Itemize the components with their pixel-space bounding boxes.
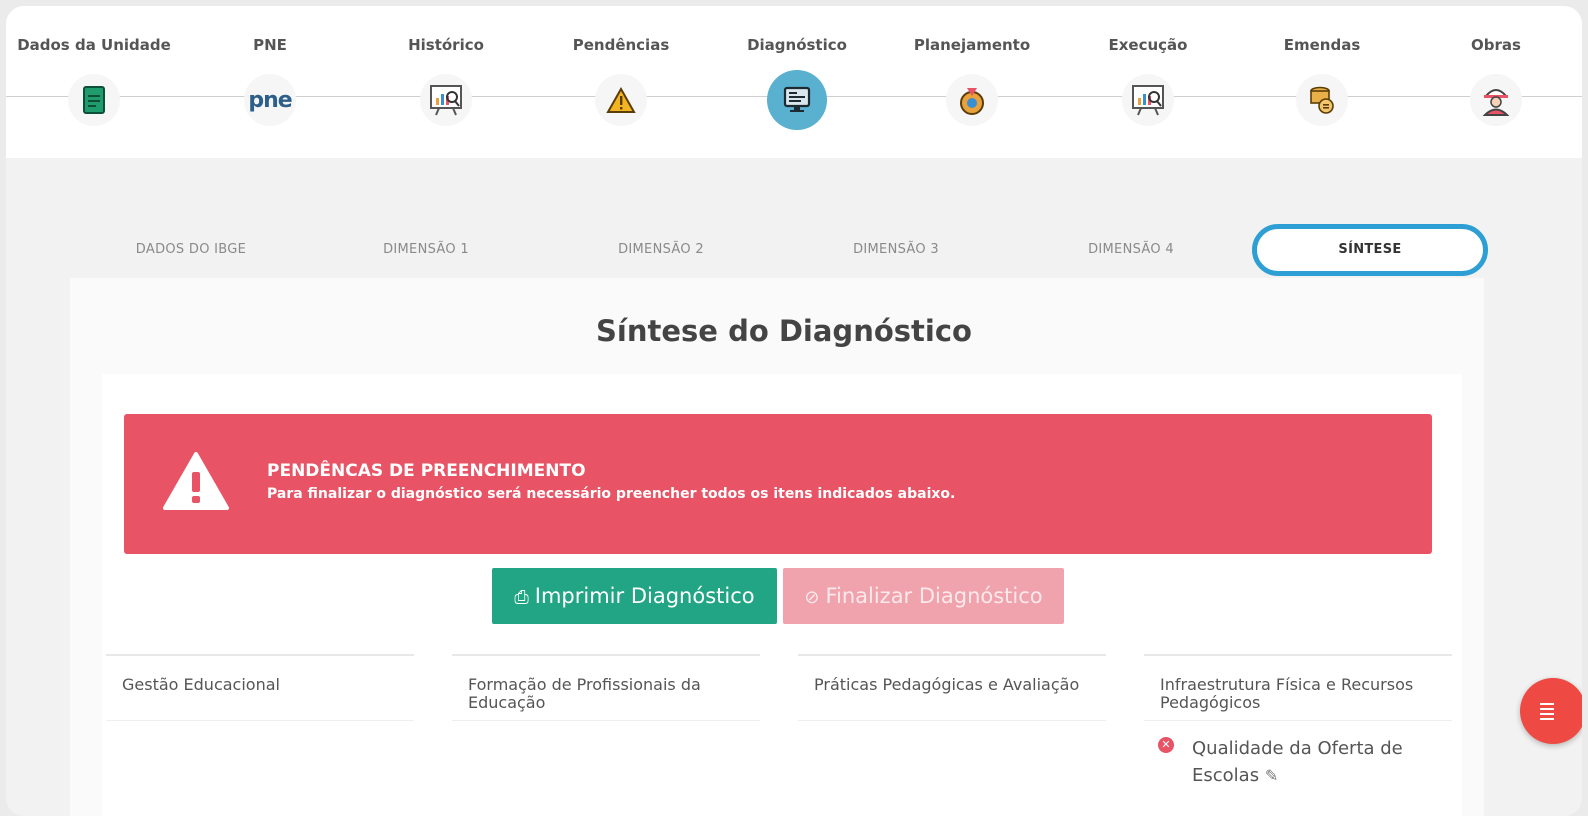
tab-dimensao-2[interactable]: DIMENSÃO 2	[546, 224, 776, 276]
step-dados-da-unidade[interactable]: Dados da Unidade	[14, 34, 174, 126]
step-label: Obras	[1471, 36, 1521, 54]
column-divider	[452, 720, 760, 721]
step-label: Diagnóstico	[747, 36, 847, 54]
diagnostic-tabs: DADOS DO IBGE DIMENSÃO 1 DIMENSÃO 2 DIME…	[76, 224, 1488, 276]
tab-sintese[interactable]: SÍNTESE	[1252, 224, 1488, 276]
step-label: Dados da Unidade	[17, 36, 171, 54]
step-label: Execução	[1108, 36, 1188, 54]
pne-logo-icon: pne	[244, 74, 296, 126]
column-infraestrutura: Infraestrutura Física e Recursos Pedagóg…	[1144, 654, 1452, 789]
step-label: Planejamento	[913, 36, 1031, 54]
app-frame: Dados da Unidade PNE pne Histórico Pendê…	[6, 6, 1582, 816]
monitor-icon	[767, 70, 827, 130]
pending-item[interactable]: ✕ Qualidade da Oferta de Escolas ✎	[1144, 721, 1452, 789]
floating-menu-button[interactable]	[1520, 678, 1582, 744]
step-label: Emendas	[1283, 36, 1361, 54]
finalize-diagnostic-button[interactable]: ⊘ Finalizar Diagnóstico	[783, 568, 1064, 624]
step-obras[interactable]: Obras	[1416, 34, 1576, 126]
presentation-chart-icon	[420, 74, 472, 126]
step-historico[interactable]: Histórico	[366, 34, 526, 126]
step-pne[interactable]: PNE pne	[190, 34, 350, 126]
presentation-chart-icon	[1122, 74, 1174, 126]
step-execucao[interactable]: Execução	[1068, 34, 1228, 126]
list-icon	[1540, 703, 1554, 723]
column-divider	[798, 720, 1106, 721]
step-emendas[interactable]: Emendas	[1242, 34, 1402, 126]
step-label: Histórico	[408, 36, 484, 54]
step-planejamento[interactable]: Planejamento	[892, 34, 1052, 126]
error-circle-icon: ✕	[1158, 737, 1174, 753]
column-heading: Gestão Educacional	[122, 675, 280, 694]
check-circle-icon: ⊘	[804, 587, 820, 608]
print-button-label: Imprimir Diagnóstico	[534, 584, 755, 608]
pending-item-label: Qualidade da Oferta de Escolas	[1192, 738, 1403, 786]
alert-heading: PENDÊNCAS DE PREENCHIMENTO	[267, 461, 586, 481]
pending-alert: PENDÊNCAS DE PREENCHIMENTO Para finaliza…	[124, 414, 1432, 554]
alert-message: Para finalizar o diagnóstico será necess…	[267, 486, 956, 502]
edit-icon[interactable]: ✎	[1265, 766, 1278, 785]
pne-logo-text: pne	[248, 87, 292, 113]
column-heading: Formação de Profissionais da Educação	[468, 675, 701, 712]
document-icon	[68, 74, 120, 126]
column-divider	[106, 720, 414, 721]
page-title: Síntese do Diagnóstico	[596, 314, 972, 348]
step-diagnostico[interactable]: Diagnóstico	[717, 34, 877, 130]
column-heading: Infraestrutura Física e Recursos Pedagóg…	[1160, 675, 1414, 712]
alert-warning-icon	[162, 450, 230, 517]
planning-gear-icon	[946, 74, 998, 126]
column-heading: Práticas Pedagógicas e Avaliação	[814, 675, 1080, 694]
progress-steps-bar: Dados da Unidade PNE pne Histórico Pendê…	[6, 6, 1582, 158]
tab-dados-do-ibge[interactable]: DADOS DO IBGE	[76, 224, 306, 276]
finalize-button-label: Finalizar Diagnóstico	[825, 584, 1043, 608]
worker-icon	[1470, 74, 1522, 126]
step-label: Pendências	[572, 36, 670, 54]
printer-icon: ⎙	[514, 587, 529, 608]
print-diagnostic-button[interactable]: ⎙ Imprimir Diagnóstico	[492, 568, 777, 624]
column-gestao-educacional: Gestão Educacional	[106, 654, 414, 721]
coins-icon	[1296, 74, 1348, 126]
step-label: PNE	[253, 36, 287, 54]
step-pendencias[interactable]: Pendências	[541, 34, 701, 126]
column-formacao-profissionais: Formação de Profissionais da Educação	[452, 654, 760, 721]
tab-dimensao-1[interactable]: DIMENSÃO 1	[311, 224, 541, 276]
tab-dimensao-3[interactable]: DIMENSÃO 3	[781, 224, 1011, 276]
tab-dimensao-4[interactable]: DIMENSÃO 4	[1016, 224, 1246, 276]
column-praticas-pedagogicas: Práticas Pedagógicas e Avaliação	[798, 654, 1106, 721]
warning-icon	[595, 74, 647, 126]
